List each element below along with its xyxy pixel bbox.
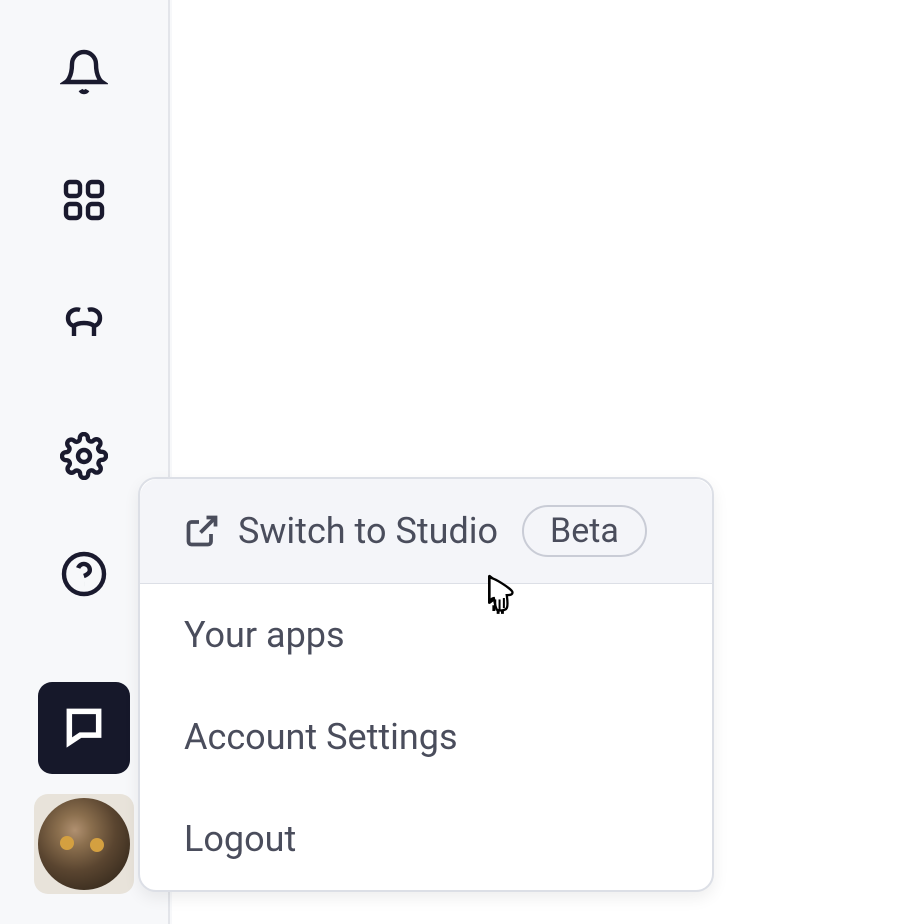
- help-button[interactable]: [56, 548, 112, 604]
- menu-item-label: Account Settings: [184, 716, 458, 758]
- menu-item-label: Switch to Studio: [238, 510, 498, 552]
- chat-button[interactable]: [38, 682, 130, 774]
- menu-item-account-settings[interactable]: Account Settings: [140, 686, 712, 788]
- menu-item-label: Your apps: [184, 614, 345, 656]
- webhook-icon: [60, 304, 108, 356]
- apps-grid-icon: [60, 176, 108, 228]
- menu-item-label: Logout: [184, 818, 296, 860]
- apps-button[interactable]: [56, 174, 112, 230]
- notifications-button[interactable]: [56, 46, 112, 102]
- settings-button[interactable]: [56, 430, 112, 486]
- user-popup-menu: Switch to Studio Beta Your apps Account …: [138, 477, 714, 892]
- help-icon: [60, 550, 108, 602]
- chat-icon: [62, 704, 106, 752]
- avatar-image: [38, 798, 130, 890]
- user-avatar-button[interactable]: [34, 794, 134, 894]
- bell-icon: [60, 48, 108, 100]
- menu-item-logout[interactable]: Logout: [140, 788, 712, 890]
- gear-icon: [60, 432, 108, 484]
- menu-item-switch-to-studio[interactable]: Switch to Studio Beta: [140, 479, 712, 584]
- webhooks-button[interactable]: [56, 302, 112, 358]
- beta-badge: Beta: [522, 505, 647, 557]
- menu-item-your-apps[interactable]: Your apps: [140, 584, 712, 686]
- external-link-icon: [184, 513, 220, 549]
